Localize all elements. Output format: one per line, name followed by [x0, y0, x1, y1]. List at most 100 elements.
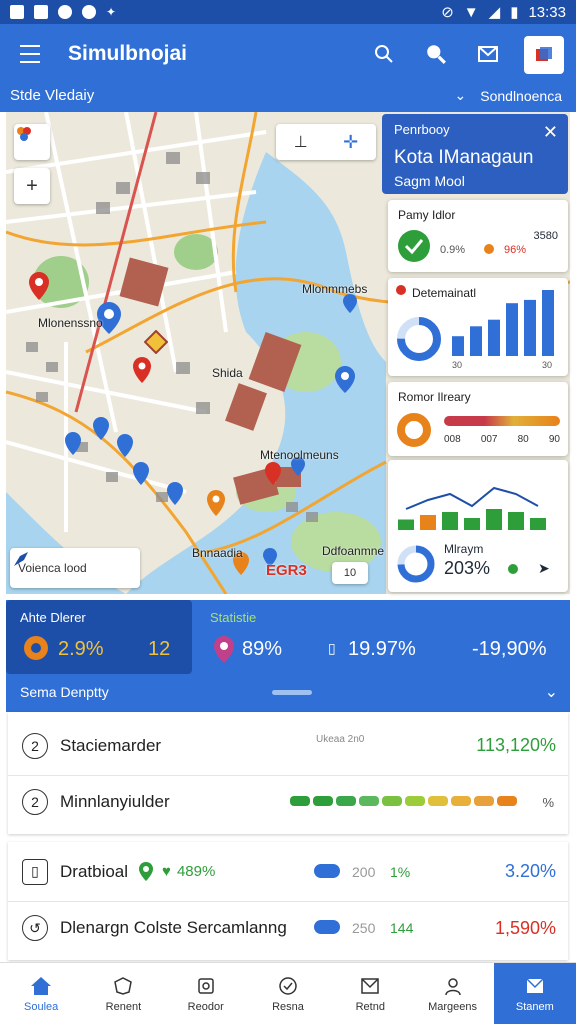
compass-icon[interactable]: ✛	[343, 132, 358, 153]
status-bar: ✦ ⊘ ▼ ◢ ▮ 13:33	[0, 0, 576, 24]
map-marker-blue[interactable]	[64, 432, 82, 456]
location-chip[interactable]: Voienca lood	[10, 548, 140, 588]
map-marker-blue[interactable]	[342, 294, 358, 314]
list-item-stat: 200	[352, 864, 376, 880]
filter-label: Sondlnoenca	[480, 87, 562, 104]
chevron-down-icon[interactable]: ⌄	[545, 682, 558, 702]
list-item-value: 1,590%	[494, 917, 556, 938]
map-label: Mtenoolmeuns	[260, 448, 339, 462]
filter-dropdown[interactable]: ⌄ Sondlnoenca	[455, 87, 562, 104]
bar	[524, 299, 536, 356]
nav-item-home[interactable]: Soulea	[0, 963, 82, 1024]
list-item-label: Dlenargn Colste Sercamlanng	[60, 918, 287, 937]
stat-value: -19,90%	[472, 638, 547, 660]
page-subtitle: Stde Vledaiy	[10, 87, 95, 104]
drag-handle[interactable]	[272, 690, 312, 695]
list-item[interactable]: 2 Staciemarder Ukeaa 2n0 113,120%	[8, 716, 568, 776]
map-label: Shida	[212, 366, 243, 380]
map-marker-blue[interactable]	[132, 462, 150, 486]
status-dot	[508, 564, 518, 574]
trend-widget[interactable]: Mlraym 203% ➤	[388, 460, 568, 592]
nav-label: Retnd	[355, 1000, 385, 1013]
stat-label: Ahte Dlerer	[20, 610, 86, 625]
stat-value: 89%	[242, 638, 283, 660]
list-item[interactable]: 2 Minnlanyiulder %	[8, 772, 568, 832]
refresh-icon: ↺	[22, 915, 48, 941]
list-item-value: %	[542, 794, 554, 810]
segmented-progress	[290, 796, 517, 806]
map-marker-blue[interactable]	[116, 434, 134, 458]
bar	[508, 512, 524, 530]
search-filled-icon[interactable]	[420, 38, 452, 70]
inbox-icon[interactable]	[472, 38, 504, 70]
nav-label: Resna	[272, 1000, 304, 1013]
menu-icon[interactable]	[14, 38, 46, 70]
bar	[486, 509, 502, 530]
profile-icon	[536, 47, 552, 61]
app-title: Simulbnojai	[68, 42, 188, 65]
list-item-stat: 144	[390, 920, 414, 936]
bar	[452, 336, 464, 356]
home-icon	[30, 975, 52, 997]
list-item-value: 113,120%	[476, 735, 556, 755]
profile-button[interactable]	[524, 36, 564, 74]
chevron-down-icon: ⌄	[454, 87, 467, 103]
stats-strip: Ahte Dlerer 2.9% 12 Statistie 89% ▯ 19.9…	[6, 600, 570, 712]
progress-widget[interactable]: Romor Ilreary 008 007 80 90	[388, 382, 568, 456]
zoom-in-button[interactable]: +	[14, 168, 50, 204]
bar	[442, 512, 458, 530]
nav-item-mail[interactable]: Retnd	[329, 963, 411, 1024]
nav-item-reports[interactable]: Reodor	[165, 963, 247, 1024]
nav-item-tasks[interactable]: Resna	[247, 963, 329, 1024]
metrics-list: 2 Staciemarder Ukeaa 2n0 113,120% 2 Minn…	[8, 712, 568, 834]
priority-widget[interactable]: Pamy Idlor 3580 0.9% 96%	[388, 200, 568, 272]
ring-chart	[397, 413, 431, 447]
list-item-meta: Ukeaa 2n0	[316, 734, 365, 745]
overlay-panel-header: Penrbooy Kota IManagaun Sagm Mool ✕	[382, 114, 568, 194]
ruler-icon[interactable]: ⊥	[294, 132, 308, 152]
nav-item-recent[interactable]: Renent	[82, 963, 164, 1024]
search-icon[interactable]	[368, 38, 400, 70]
map-label: Ddfoanmne	[322, 544, 385, 558]
layers-button[interactable]	[14, 124, 50, 160]
report-icon	[195, 975, 217, 997]
map-marker-red[interactable]	[264, 462, 282, 486]
map-marker-star[interactable]	[144, 330, 168, 354]
list-item[interactable]: ↺ Dlenargn Colste Sercamlanng 250 144 1,…	[8, 898, 568, 958]
progress-label: 007	[480, 434, 498, 445]
stat-value: 19.97%	[348, 638, 416, 660]
list-item[interactable]: ▯ Dratbioal ♥ 489% 200 1% 3.20%	[8, 842, 568, 902]
map-marker-blue[interactable]	[334, 366, 356, 394]
app-icon	[58, 5, 72, 19]
pin-icon	[14, 552, 28, 566]
nav-item-status[interactable]: Stanem	[493, 963, 576, 1024]
bar-label: 30	[542, 360, 552, 370]
layers-icon	[17, 127, 31, 141]
map-marker-red[interactable]	[132, 357, 152, 385]
progress-label: 80	[517, 434, 529, 445]
donut-chart	[397, 317, 441, 361]
mail-icon	[359, 975, 381, 997]
pin-icon	[396, 285, 406, 295]
navigation-icon[interactable]: ➤	[538, 560, 550, 577]
nav-label: Margeens	[428, 1000, 477, 1013]
map-label: Bnnaadia	[192, 546, 243, 560]
scale-indicator: 10	[332, 562, 368, 584]
bar	[506, 303, 518, 356]
map-marker-blue[interactable]	[166, 482, 184, 506]
signal-dot-icon: ✦	[106, 5, 117, 19]
map-marker-orange[interactable]	[206, 490, 226, 516]
nav-item-managers[interactable]: Margeens	[411, 963, 493, 1024]
bar-chart-widget[interactable]: Detemainatl 30 30	[388, 278, 568, 376]
panel-subtitle: Sagm Mool	[394, 173, 465, 189]
close-icon[interactable]: ✕	[543, 122, 558, 143]
widget-value-a: 0.9%	[440, 244, 466, 256]
map-marker-red[interactable]	[28, 272, 50, 302]
widget-title: Romor Ilreary	[398, 390, 471, 404]
bar	[542, 290, 554, 356]
cell-signal-icon: ◢	[488, 4, 501, 21]
donut-chart	[397, 545, 435, 583]
map-tool-group: ⊥ ✛	[276, 124, 376, 160]
map-marker-blue[interactable]	[92, 417, 110, 441]
status-dot	[484, 244, 494, 254]
